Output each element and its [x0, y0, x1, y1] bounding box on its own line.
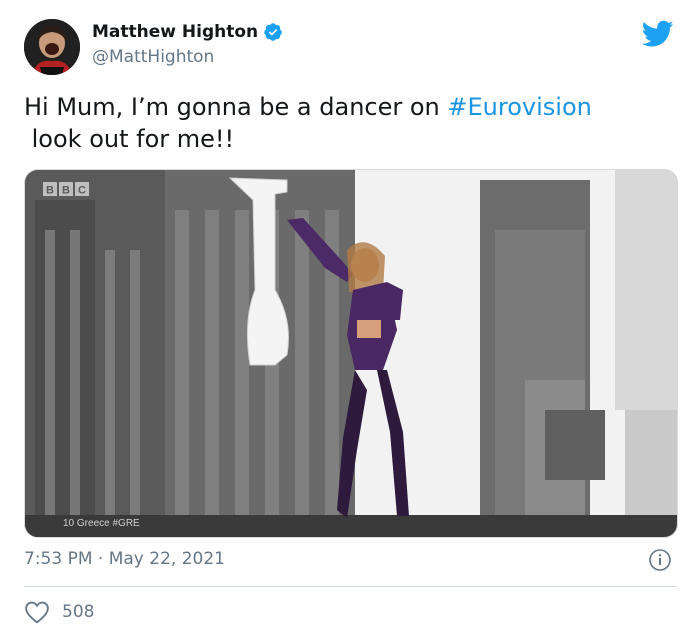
heart-icon[interactable] [24, 600, 50, 624]
svg-text:B: B [62, 185, 70, 197]
like-count: 508 [62, 602, 95, 622]
divider [24, 586, 676, 587]
media-video-frame: B B C 10 Greece #GRE [25, 170, 677, 537]
author-display-name[interactable]: Matthew Highton [92, 22, 258, 42]
tweet-media[interactable]: B B C 10 Greece #GRE [24, 169, 678, 538]
tweet-date[interactable]: May 22, 2021 [109, 549, 225, 569]
tweet-timestamp[interactable]: 7:53 PM · May 22, 2021 [24, 549, 225, 569]
author-name-row[interactable]: Matthew Highton [92, 22, 283, 42]
like-section[interactable]: 508 [24, 600, 94, 624]
bbc-logo: B B C [43, 182, 89, 197]
tweet-text-line-1: Hi Mum, I’m gonna be a dancer on #Eurovi… [24, 91, 674, 123]
info-icon[interactable] [648, 548, 672, 572]
timestamp-separator: · [92, 549, 109, 569]
twitter-bird-icon[interactable] [642, 20, 674, 48]
svg-text:B: B [46, 185, 54, 197]
verified-badge-icon [264, 23, 282, 41]
tweet-text: Hi Mum, I’m gonna be a dancer on #Eurovi… [24, 91, 674, 155]
svg-text:C: C [78, 185, 86, 197]
tweet-text-before-hashtag: Hi Mum, I’m gonna be a dancer on [24, 93, 448, 121]
tweet-text-line-2: look out for me!! [24, 125, 235, 153]
avatar-image [24, 19, 80, 75]
tweet-time[interactable]: 7:53 PM [24, 549, 93, 569]
hashtag-link[interactable]: #Eurovision [447, 93, 591, 121]
media-caption: 10 Greece #GRE [63, 518, 140, 529]
avatar[interactable] [24, 19, 80, 75]
author-handle[interactable]: @MattHighton [92, 47, 214, 67]
